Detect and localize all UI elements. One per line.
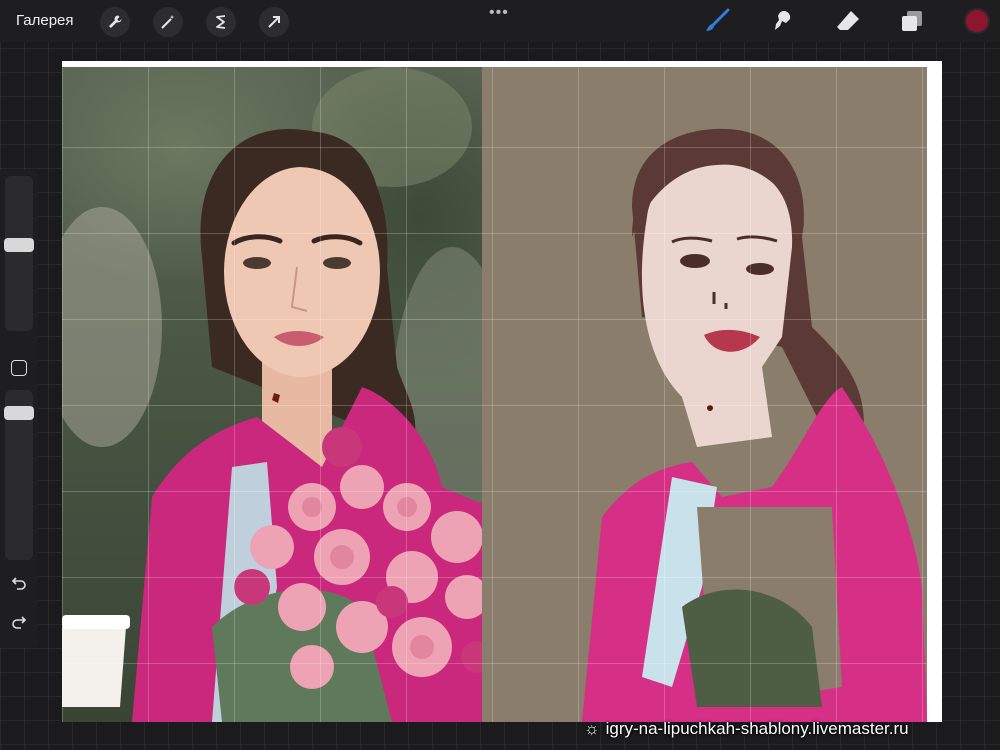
reference-photo: [62, 67, 490, 722]
opacity-knob[interactable]: [4, 406, 34, 420]
transform-arrow-icon[interactable]: [259, 7, 289, 37]
smudge-icon[interactable]: [770, 8, 796, 34]
brush-icon[interactable]: [704, 8, 730, 34]
eraser-icon[interactable]: [835, 8, 861, 34]
left-sidebar: [0, 170, 38, 648]
wrench-icon[interactable]: [100, 7, 130, 37]
redo-icon[interactable]: [8, 614, 30, 636]
undo-icon[interactable]: [8, 575, 30, 597]
top-toolbar: Галерея •••: [0, 0, 1000, 42]
modifier-button[interactable]: [11, 360, 27, 376]
brush-size-knob[interactable]: [4, 238, 34, 252]
sun-logo-icon: ☼: [584, 719, 600, 738]
opacity-slider[interactable]: [4, 390, 34, 560]
watermark-text: igry-na-lipuchkah-shablony.livemaster.ru: [605, 719, 909, 738]
brush-size-slider[interactable]: [4, 176, 34, 331]
drawing-canvas[interactable]: [62, 61, 942, 722]
painting-layer: [482, 67, 927, 722]
more-options-icon[interactable]: •••: [489, 4, 509, 22]
color-picker-swatch[interactable]: [964, 8, 990, 34]
selection-s-icon[interactable]: [206, 7, 236, 37]
layers-icon[interactable]: [899, 8, 925, 34]
watermark: ☼ igry-na-lipuchkah-shablony.livemaster.…: [584, 719, 909, 739]
magic-wand-icon[interactable]: [153, 7, 183, 37]
gallery-button[interactable]: Галерея: [16, 12, 74, 29]
